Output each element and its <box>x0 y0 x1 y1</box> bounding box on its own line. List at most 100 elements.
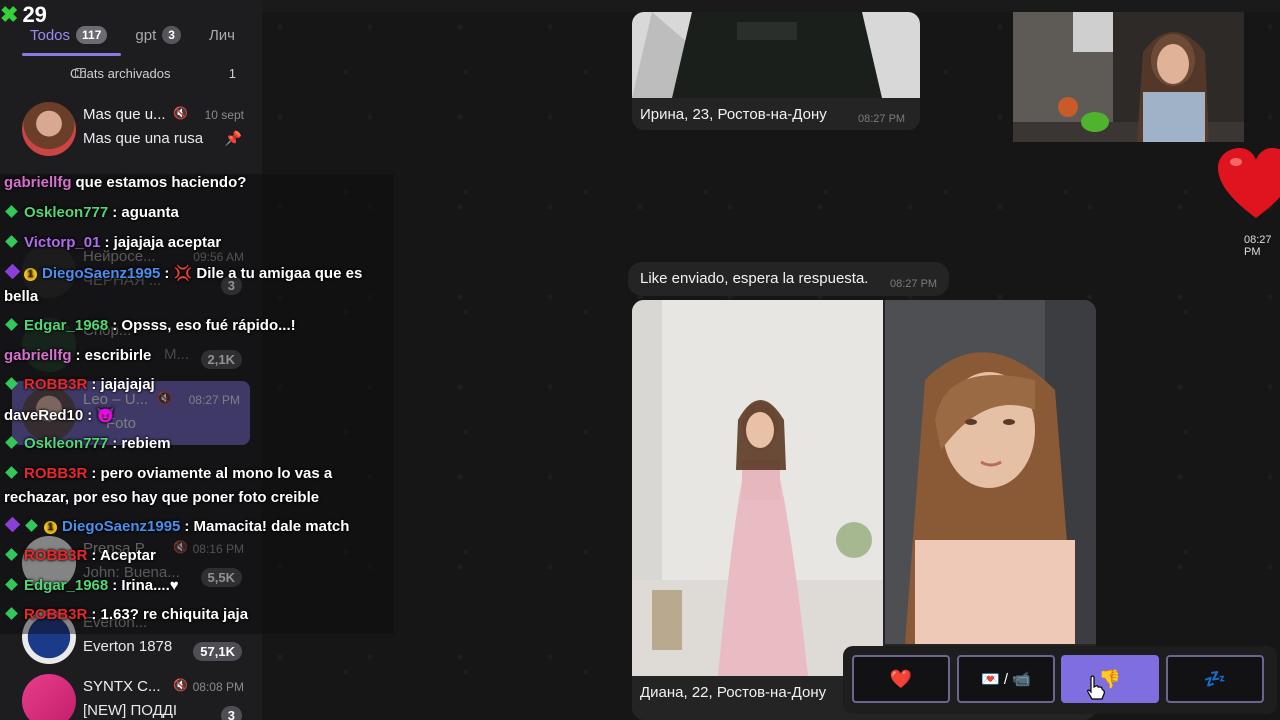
diamond-badge-icon <box>5 548 18 561</box>
stream-chat-message: gabriellfg que estamos haciendo? <box>4 174 246 191</box>
sleep-button[interactable]: 💤 <box>1166 655 1264 703</box>
chat-header <box>262 0 1280 12</box>
chat-message-text: : 💢 Dile a tu amigaa que es <box>164 265 363 282</box>
photo-diana-image-right <box>885 300 1096 644</box>
chat-message-text: : Mamacita! dale match <box>184 518 350 535</box>
gem-badge-icon <box>4 516 21 533</box>
chat-title: SYNTX C... <box>83 678 161 695</box>
chat-preview: Mas que una rusa <box>83 130 204 147</box>
muted-icon: 🔇 <box>173 106 188 120</box>
sleep-icon: 💤 <box>1203 668 1227 689</box>
diamond-badge-icon <box>5 235 18 248</box>
diamond-badge-icon <box>5 466 18 479</box>
stream-chat-message: Oskleon777: aguanta <box>4 204 179 221</box>
chat-username: gabriellfg <box>4 174 72 191</box>
chat-time: 08:08 PM <box>192 680 244 694</box>
x-logo-icon: ✖ <box>0 2 19 27</box>
archived-chats-row[interactable]: Chats archivados 1 <box>4 58 256 88</box>
chat-preview: [NEW] ПОДДІ <box>83 702 178 719</box>
tab-personal[interactable]: Лич <box>199 14 253 56</box>
stream-chat-message: 1 DiegoSaenz1995: 💢 Dile a tu amigaa que … <box>4 263 363 282</box>
chat-message-text: : Aceptar <box>91 547 156 564</box>
chat-username: Oskleon777 <box>24 204 109 221</box>
photo-irina-image <box>632 12 920 98</box>
stream-chat-message: ROBB3R: Aceptar <box>4 547 156 564</box>
streak-count: 29 <box>22 2 47 27</box>
hand-cursor-icon <box>1087 675 1105 700</box>
avatar <box>22 674 76 720</box>
coin-badge-icon: 1 <box>24 268 37 281</box>
unread-count: 3 <box>220 706 242 720</box>
video-message-thumbnail[interactable] <box>1013 12 1244 142</box>
unread-badge: 117 <box>76 26 108 44</box>
photo-diana-image-left <box>632 300 883 676</box>
chat-message-text: que estamos haciendo? <box>75 174 247 191</box>
chat-message-text: : Opsss, eso fué rápido...! <box>112 317 296 334</box>
gem-badge-icon <box>4 263 21 280</box>
chat-message-text: : aguanta <box>112 204 179 221</box>
unread-count: 57,1K <box>193 642 242 661</box>
photo-caption-irina: Ирина, 23, Ростов-на-Дону <box>640 106 827 123</box>
photo-message-irina[interactable]: Ирина, 23, Ростов-на-Дону 08:27 PM <box>632 12 920 130</box>
tab-label: Лич <box>208 26 235 44</box>
chat-message-text: : jajajaja aceptar <box>104 234 222 251</box>
chat-message-text: : rebiem <box>112 435 171 452</box>
stream-chat-message: Edgar_1968: Irina....♥ <box>4 577 179 594</box>
video-thumbnail-image <box>1013 12 1244 142</box>
stream-chat-message: ROBB3R: 1.63? re chiquita jaja <box>4 606 248 623</box>
stream-chat-message: 1 DiegoSaenz1995: Mamacita! dale match <box>4 516 350 535</box>
dislike-button[interactable]: 👎 <box>1061 655 1159 703</box>
diamond-badge-icon <box>5 377 18 390</box>
diamond-badge-icon <box>5 205 18 218</box>
stream-chat-message: daveRed10: 😈 <box>4 406 115 424</box>
diamond-badge-icon <box>5 436 18 449</box>
chat-username: daveRed10 <box>4 407 84 424</box>
heart-icon: ❤️ <box>889 668 913 689</box>
tab-label: Todos <box>30 26 71 44</box>
stream-chat-message: ROBB3R: jajajajaj <box>4 376 155 393</box>
message-time: 08:27 PM <box>890 278 938 290</box>
streak-counter: ✖ 29 <box>0 2 47 28</box>
chat-message-text: : escribirle <box>75 347 152 364</box>
stream-chat-message: gabriellfg: escribirle <box>4 347 151 364</box>
photo-caption-diana: Диана, 22, Ростов-на-Дону <box>640 684 827 701</box>
diamond-badge-icon <box>5 607 18 620</box>
chat-message-text: : 😈 <box>87 407 116 424</box>
chat-message-continuation: bella <box>4 288 39 305</box>
chat-message-text: : 1.63? re chiquita jaja <box>91 606 249 623</box>
chat-username: ROBB3R <box>24 606 88 623</box>
chat-preview: Everton 1878 <box>83 638 173 655</box>
heart-reaction-icon <box>1218 148 1280 218</box>
avatar <box>22 102 76 156</box>
stream-chat-message: Oskleon777: rebiem <box>4 435 171 452</box>
app-root: Ирина, 23, Ростов-на-Дону 08:27 PM 08:27… <box>0 0 1280 720</box>
archived-count: 1 <box>228 65 236 81</box>
chat-username: gabriellfg <box>4 347 72 364</box>
chat-item[interactable]: Mas que u... 🔇 10 sept Mas que una rusa … <box>4 96 256 160</box>
letter-video-icon: 💌 / 📹 <box>981 671 1031 688</box>
chat-username: DiegoSaenz1995 <box>62 518 181 535</box>
tab-gpt[interactable]: gpt 3 <box>125 14 199 56</box>
pin-icon: 📌 <box>224 130 242 146</box>
chat-item[interactable]: SYNTX C... 🔇 08:08 PM [NEW] ПОДДІ 3 <box>4 668 256 720</box>
chat-title: Mas que u... <box>83 106 166 123</box>
chat-username: Edgar_1968 <box>24 317 109 334</box>
bot-message-text: Like enviado, espera la respuesta. <box>640 270 869 287</box>
chat-username: ROBB3R <box>24 376 88 393</box>
unread-badge: 3 <box>162 26 181 44</box>
stream-chat-message: Victorp_01: jajajaja aceptar <box>4 234 221 251</box>
chat-username: Victorp_01 <box>24 234 101 251</box>
diamond-badge-icon <box>5 318 18 331</box>
chat-username: DiegoSaenz1995 <box>42 265 161 282</box>
stream-chat-message: ROBB3R: pero oviamente al mono lo vas a <box>4 465 332 482</box>
tab-label: gpt <box>135 26 157 44</box>
chat-message-text: : Irina....♥ <box>112 577 179 594</box>
chat-username: ROBB3R <box>24 465 88 482</box>
diamond-badge-icon <box>25 519 38 532</box>
chat-message-continuation: rechazar, por eso hay que poner foto cre… <box>4 489 320 506</box>
chat-username: Edgar_1968 <box>24 577 109 594</box>
like-button[interactable]: ❤️ <box>852 655 950 703</box>
message-video-button[interactable]: 💌 / 📹 <box>957 655 1055 703</box>
archive-icon <box>75 68 86 78</box>
chat-message-text: : jajajajaj <box>91 376 155 393</box>
